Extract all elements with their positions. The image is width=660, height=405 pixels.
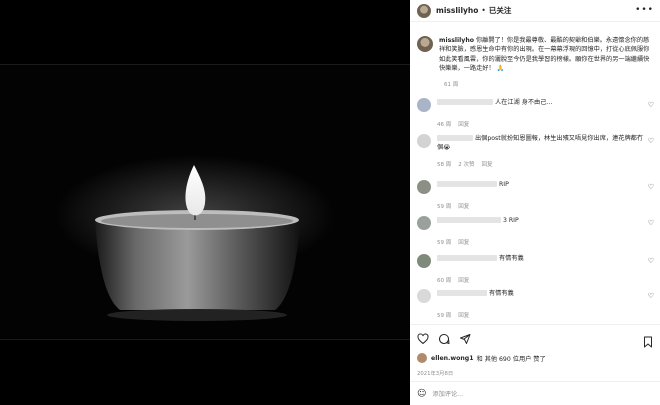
comment-heart-icon[interactable]: ♡ [648,101,654,109]
more-options-icon[interactable]: ••• [635,5,654,15]
comment-text: 有情有義 [498,255,524,262]
smiley-icon[interactable]: ☺ [417,389,426,399]
likes-summary: ellen.wong1 和 其他 690 位用户 赞了 [417,353,546,363]
candle-image [55,155,335,321]
comment-heart-icon[interactable]: ♡ [648,137,654,145]
caption-avatar[interactable] [417,36,433,52]
add-comment-input[interactable]: 添加评论... [432,389,463,398]
comment-time: 59 周 [437,313,452,319]
comment-item: RIP 59 周回复 ♡ [417,180,660,210]
comment-item: 人在江湖 身不由己... 46 周回复 ♡ [417,98,660,128]
bookmark-icon[interactable] [642,333,654,348]
post-media [0,0,410,405]
comment-text: 3 RIP [502,217,519,224]
comment-text: RIP [498,181,509,188]
reply-button[interactable]: 回复 [458,204,469,210]
reply-button[interactable]: 回复 [458,278,469,284]
comment-time: 59 周 [437,204,452,210]
avatar[interactable] [417,3,431,18]
comment-item: 有情有義 59 周回复 ♡ [417,289,660,319]
blurred-username [437,217,501,223]
separator-dot: • [481,6,486,15]
blurred-username [437,255,497,261]
caption-username[interactable]: misslilyho [439,37,474,44]
add-comment-bar: ☺ 添加评论... [410,381,660,405]
commenter-avatar[interactable] [417,180,431,194]
heart-icon[interactable] [417,333,429,345]
comment-item: 3 RIP 59 周回复 ♡ [417,216,660,246]
commenter-avatar[interactable] [417,134,431,148]
comment-text: 有情有義 [488,290,514,297]
comment-heart-icon[interactable]: ♡ [648,219,654,227]
liker-username[interactable]: ellen.wong1 [431,355,474,362]
reply-button[interactable]: 回复 [458,122,469,128]
caption-emoji: 🙏 [496,65,505,73]
post-header: misslilyho • 已关注 ••• [410,0,660,22]
commenter-avatar[interactable] [417,216,431,230]
likes-count-text[interactable]: 和 其他 690 位用户 赞了 [477,354,546,363]
post-actions: ellen.wong1 和 其他 690 位用户 赞了 2021年3月8日 ☺ … [410,324,660,404]
comment-heart-icon[interactable]: ♡ [648,292,654,300]
candle-photo[interactable] [0,64,410,340]
following-button[interactable]: 已关注 [489,5,512,16]
post-caption: misslilyho 你離開了！你是我最尊敬、最酷的契爺和伯樂。永遠懷念你的慈祥… [417,36,653,74]
reply-button[interactable]: 回复 [458,240,469,246]
comment-time: 58 周 [437,162,452,168]
blurred-username [437,290,487,296]
reply-button[interactable]: 回复 [482,162,493,168]
comment-time: 59 周 [437,240,452,246]
caption-timestamp: 61 周 [444,82,459,88]
author-username[interactable]: misslilyho [436,6,478,15]
liker-avatar[interactable] [417,353,427,363]
blurred-username [437,99,493,105]
comment-time: 46 周 [437,122,452,128]
comment-icon[interactable] [438,333,450,345]
comment-item: 出個post就扮知恩圖報，林生出殯又唔見你出席，連花牌都冇個😭 58 周2 次赞… [417,134,660,168]
commenter-avatar[interactable] [417,254,431,268]
post-date: 2021年3月8日 [417,371,454,377]
post-panel: misslilyho • 已关注 ••• misslilyho 你離開了！你是我… [410,0,660,405]
blurred-username [437,181,497,187]
comment-text: 人在江湖 身不由己... [494,99,553,106]
comment-item: 有情有義 60 周回复 ♡ [417,254,660,284]
commenter-avatar[interactable] [417,98,431,112]
comment-heart-icon[interactable]: ♡ [648,257,654,265]
reply-button[interactable]: 回复 [458,313,469,319]
comment-heart-icon[interactable]: ♡ [648,183,654,191]
comment-likes[interactable]: 2 次赞 [458,162,474,168]
share-icon[interactable] [459,333,471,345]
commenter-avatar[interactable] [417,289,431,303]
comment-time: 60 周 [437,278,452,284]
blurred-username [437,135,473,141]
